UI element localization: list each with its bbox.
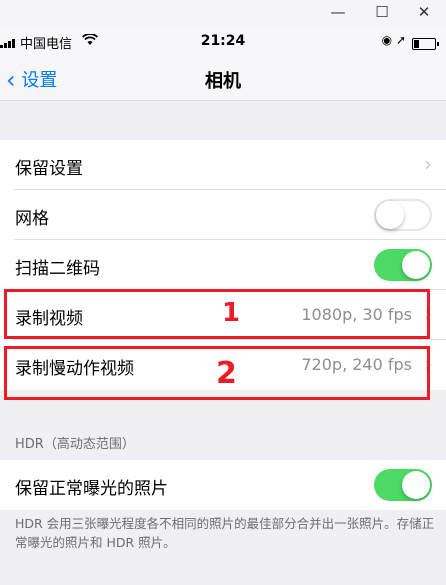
minimize-button[interactable]: — [326,2,350,22]
row-label: 扫描二维码 [15,259,100,279]
page-title: 相机 [205,71,241,92]
grid-toggle[interactable] [374,199,432,231]
row-grid: 网格 [0,190,446,240]
annotation-number-2: 2 [216,356,237,391]
row-label: 网格 [15,209,49,229]
chevron-right-icon: › [424,152,432,176]
maximize-button[interactable]: ☐ [370,2,394,22]
window-titlebar: — ☐ ✕ [0,0,446,26]
row-label: 保留正常曝光的照片 [15,479,168,499]
location-lock-icons: ◉ ➚ [381,33,406,47]
hdr-footer-note: HDR 会用三张曝光程度各不相同的照片的最佳部分合并出一张照片。存储正常曝光的照… [15,516,435,550]
status-time: 21:24 [200,33,246,49]
row-scan-qr: 扫描二维码 [0,240,446,290]
annotation-number-1: 1 [222,298,241,328]
hdr-section-header: HDR（高动态范围） [15,437,135,452]
row-label: 保留设置 [15,159,83,179]
battery-icon [412,38,439,50]
navigation-bar: ‹ 设置 相机 [0,58,446,101]
keep-normal-photo-toggle[interactable] [374,469,432,501]
row-keep-normal-photo: 保留正常曝光的照片 [0,460,446,510]
status-bar: 中国电信 21:24 ◉ ➚ [0,26,446,58]
close-button[interactable]: ✕ [412,2,436,22]
row-preserve-settings[interactable]: 保留设置 › [0,140,446,190]
hdr-group: 保留正常曝光的照片 [0,460,446,510]
annotation-box-1 [4,289,430,339]
scan-qr-toggle[interactable] [374,249,432,281]
